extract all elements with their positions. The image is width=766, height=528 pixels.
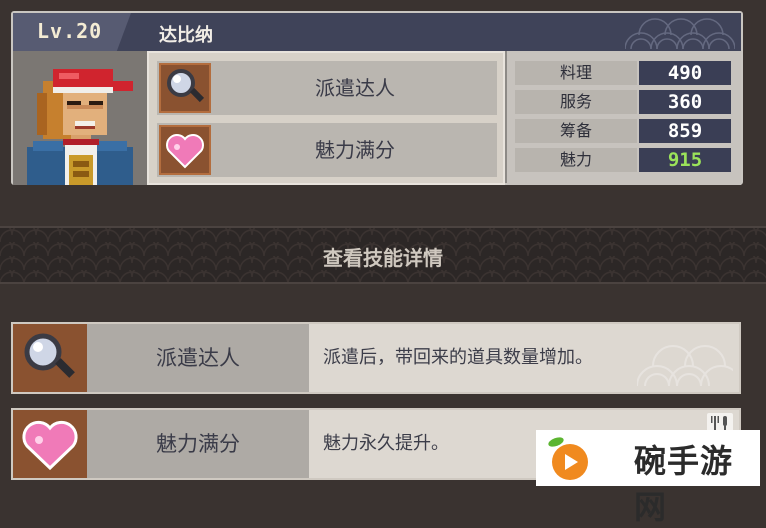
heart-icon — [166, 134, 204, 169]
stat-row-service: 服务 360 — [515, 90, 733, 114]
magnifier-icon — [24, 333, 75, 378]
stat-label: 筹备 — [515, 119, 637, 143]
character-portrait[interactable] — [13, 51, 147, 185]
stat-label: 服务 — [515, 90, 637, 114]
skill-details-header[interactable]: 查看技能详情 — [0, 226, 766, 284]
level-text: Lv.20 — [37, 19, 103, 43]
skill-detail-name: 派遣达人 — [87, 324, 309, 392]
skill-row-dispatch[interactable]: 派遣达人 — [157, 61, 497, 115]
stat-value: 859 — [639, 119, 731, 143]
heart-icon — [22, 420, 78, 471]
stats-panel: 料理 490 服务 360 筹备 859 魅力 915 — [507, 51, 741, 185]
pixel-character-icon — [13, 51, 147, 185]
stat-row-charm: 魅力 915 — [515, 148, 733, 172]
skill-detail-description: 魅力永久提升。 — [323, 433, 449, 454]
wave-pattern-icon — [637, 345, 733, 386]
magnifier-icon — [167, 69, 205, 103]
skill-label: 派遣达人 — [315, 76, 395, 100]
stat-row-cooking: 料理 490 — [515, 61, 733, 85]
skill-icon-box — [159, 63, 211, 113]
stat-value: 360 — [639, 90, 731, 114]
character-name: 达比纳 — [159, 25, 213, 46]
skill-detail-name: 魅力满分 — [87, 410, 309, 478]
stat-row-preparation: 筹备 859 — [515, 119, 733, 143]
skill-label: 魅力满分 — [315, 138, 395, 162]
stat-label: 魅力 — [515, 148, 637, 172]
skill-detail-row-dispatch: 派遣达人 派遣后，带回来的道具数量增加。 — [11, 322, 741, 394]
card-header: Lv.20 达比纳 — [13, 13, 741, 51]
character-card: Lv.20 达比纳 派遣达人 魅力满分 料理 490 服务 360 筹备 859… — [11, 11, 743, 185]
stat-label: 料理 — [515, 61, 637, 85]
skill-icon-box — [13, 410, 89, 478]
stat-value: 490 — [639, 61, 731, 85]
skill-icon-box — [13, 324, 89, 392]
skills-panel: 派遣达人 魅力满分 — [147, 51, 505, 185]
skill-detail-description: 派遣后，带回来的道具数量增加。 — [323, 347, 593, 368]
section-title: 查看技能详情 — [323, 246, 443, 270]
skill-icon-box — [159, 125, 211, 175]
stat-value: 915 — [639, 148, 731, 172]
wave-pattern-icon — [625, 18, 735, 49]
play-logo-icon — [548, 437, 588, 480]
skill-row-charm[interactable]: 魅力满分 — [157, 123, 497, 177]
watermark-text: 碗手游网 — [634, 442, 734, 526]
site-watermark: 碗手游网 — [536, 430, 760, 526]
